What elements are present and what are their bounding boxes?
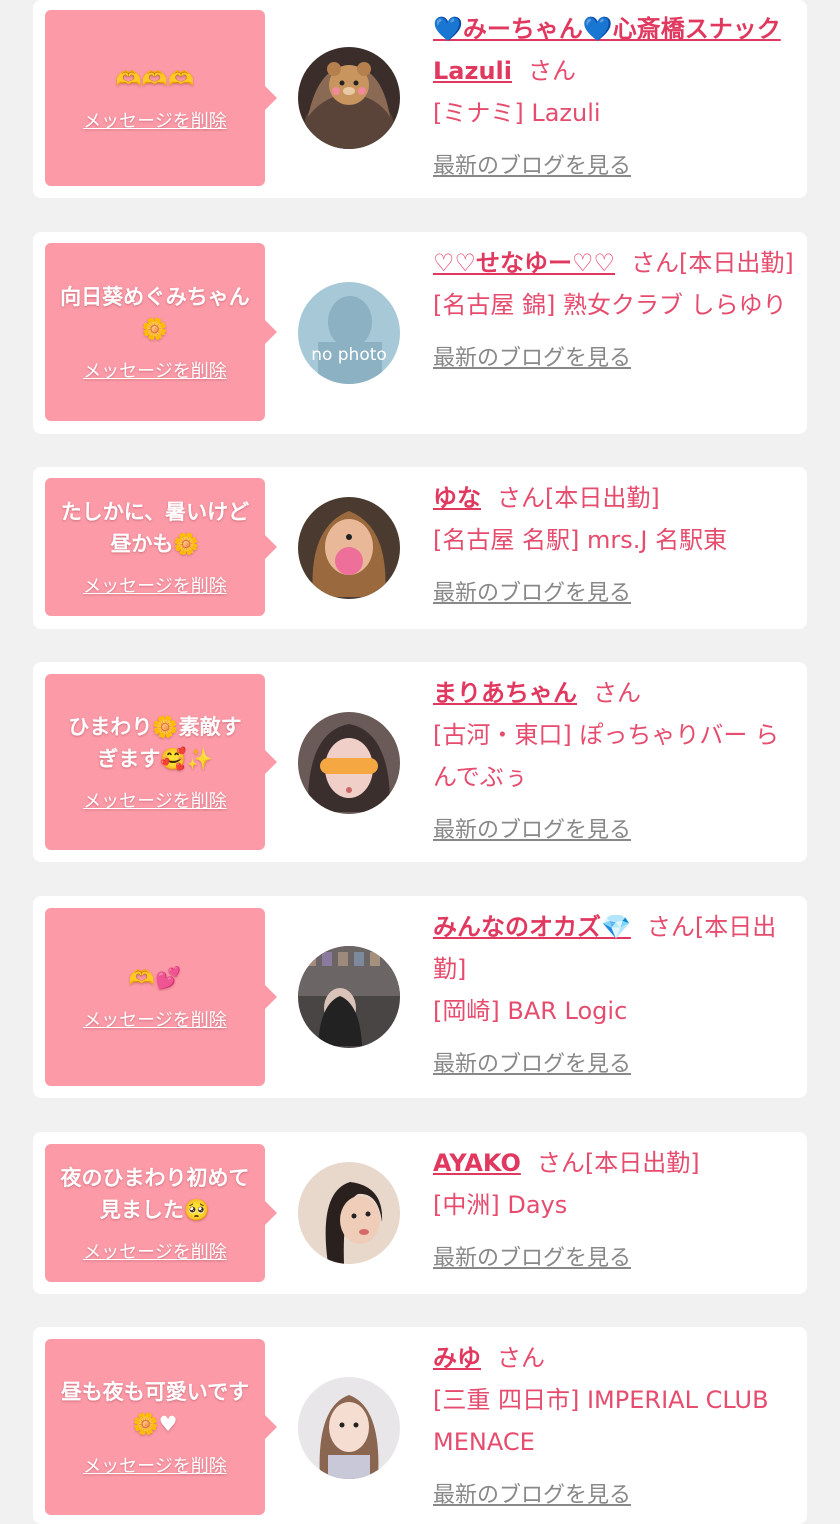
cast-name-link[interactable]: まりあちゃん — [433, 679, 577, 707]
message-card: ひまわり🌼素敵すぎます🥰✨ メッセージを削除 まりあちゃん さん [古河・東口] … — [33, 662, 807, 862]
message-bubble: 🫶💕 メッセージを削除 — [45, 908, 277, 1086]
latest-blog-link[interactable]: 最新のブログを見る — [433, 573, 631, 615]
shop-name: [名古屋 錦] 熟女クラブ しらゆり — [433, 291, 787, 319]
message-text: 夜のひまわり初めて見ました🥺 — [60, 1166, 250, 1222]
avatar[interactable] — [298, 47, 400, 149]
shop-name: [名古屋 名駅] mrs.J 名駅東 — [433, 526, 728, 554]
cast-info: まりあちゃん さん [古河・東口] ぽっちゃりバー らんでぶぅ 最新のブログを見る — [433, 672, 795, 852]
delete-message-link[interactable]: メッセージを削除 — [83, 107, 227, 133]
honorific: さん[本日出勤] — [497, 484, 660, 512]
honorific: さん — [497, 1344, 545, 1372]
message-card: 夜のひまわり初めて見ました🥺 メッセージを削除 AYAKO さん[本日出勤] [中… — [33, 1132, 807, 1294]
message-card: 向日葵めぐみちゃん🌼 メッセージを削除 no photo ♡♡せなゆー♡♡ さん[… — [33, 232, 807, 434]
message-card: 🫶🫶🫶 メッセージを削除 💙みーちゃん💙心斎橋スナックLazuli さん [ミナミ… — [33, 0, 807, 198]
cast-info: ゆな さん[本日出勤] [名古屋 名駅] mrs.J 名駅東 最新のブログを見る — [433, 477, 795, 615]
avatar[interactable]: no photo — [298, 282, 400, 384]
avatar[interactable] — [298, 712, 400, 814]
message-bubble: たしかに、暑いけど昼かも🌼 メッセージを削除 — [45, 478, 277, 616]
avatar[interactable] — [298, 946, 400, 1048]
delete-message-link[interactable]: メッセージを削除 — [83, 572, 227, 598]
cast-name-link[interactable]: みゆ — [433, 1344, 481, 1372]
message-bubble: 向日葵めぐみちゃん🌼 メッセージを削除 — [45, 243, 277, 421]
latest-blog-link[interactable]: 最新のブログを見る — [433, 810, 631, 852]
message-bubble: ひまわり🌼素敵すぎます🥰✨ メッセージを削除 — [45, 674, 277, 850]
cast-name-link[interactable]: ゆな — [433, 484, 481, 512]
cast-info: 💙みーちゃん💙心斎橋スナックLazuli さん [ミナミ] Lazuli 最新のブ… — [433, 8, 795, 188]
message-bubble: 🫶🫶🫶 メッセージを削除 — [45, 10, 277, 186]
avatar[interactable] — [298, 1377, 400, 1479]
latest-blog-link[interactable]: 最新のブログを見る — [433, 1475, 631, 1517]
delete-message-link[interactable]: メッセージを削除 — [83, 357, 227, 383]
message-text: たしかに、暑いけど昼かも🌼 — [60, 500, 250, 556]
shop-name: [岡崎] BAR Logic — [433, 997, 628, 1025]
cast-name-link[interactable]: AYAKO — [433, 1149, 521, 1177]
message-card: 昼も夜も可愛いです🌼♥ メッセージを削除 みゆ さん [三重 四日市] IMPER… — [33, 1327, 807, 1524]
honorific: さん[本日出勤] — [536, 1149, 700, 1177]
message-text: 昼も夜も可愛いです🌼♥ — [60, 1380, 250, 1436]
message-card: たしかに、暑いけど昼かも🌼 メッセージを削除 ゆな さん[本日出勤] [名古屋 名… — [33, 467, 807, 629]
cast-name-link[interactable]: 💙みーちゃん💙心斎橋スナックLazuli — [433, 15, 781, 85]
delete-message-link[interactable]: メッセージを削除 — [83, 787, 227, 813]
delete-message-link[interactable]: メッセージを削除 — [83, 1006, 227, 1032]
message-bubble: 昼も夜も可愛いです🌼♥ メッセージを削除 — [45, 1339, 277, 1515]
message-text: 🫶🫶🫶 — [115, 67, 195, 91]
message-card: 🫶💕 メッセージを削除 みんなのオカズ💎 さん[本日出勤] [岡崎] BAR Lo… — [33, 896, 807, 1098]
latest-blog-link[interactable]: 最新のブログを見る — [433, 1044, 631, 1086]
shop-name: [ミナミ] Lazuli — [433, 99, 601, 127]
honorific: さん[本日出勤] — [631, 249, 794, 277]
avatar-placeholder-text: no photo — [311, 345, 387, 365]
cast-info: みんなのオカズ💎 さん[本日出勤] [岡崎] BAR Logic 最新のブログを見… — [433, 906, 795, 1086]
shop-name: [三重 四日市] IMPERIAL CLUB MENACE — [433, 1386, 769, 1456]
cast-info: AYAKO さん[本日出勤] [中洲] Days 最新のブログを見る — [433, 1142, 795, 1280]
message-text: ひまわり🌼素敵すぎます🥰✨ — [68, 715, 242, 771]
honorific: さん — [593, 679, 641, 707]
message-text: 向日葵めぐみちゃん🌼 — [60, 285, 250, 341]
avatar[interactable] — [298, 1162, 400, 1264]
message-bubble: 夜のひまわり初めて見ました🥺 メッセージを削除 — [45, 1144, 277, 1282]
avatar[interactable] — [298, 497, 400, 599]
latest-blog-link[interactable]: 最新のブログを見る — [433, 1238, 631, 1280]
cast-info: ♡♡せなゆー♡♡ さん[本日出勤] [名古屋 錦] 熟女クラブ しらゆり 最新のブ… — [433, 242, 795, 380]
delete-message-link[interactable]: メッセージを削除 — [83, 1452, 227, 1478]
delete-message-link[interactable]: メッセージを削除 — [83, 1238, 227, 1264]
cast-name-link[interactable]: みんなのオカズ💎 — [433, 913, 631, 941]
latest-blog-link[interactable]: 最新のブログを見る — [433, 338, 631, 380]
latest-blog-link[interactable]: 最新のブログを見る — [433, 146, 631, 188]
shop-name: [古河・東口] ぽっちゃりバー らんでぶぅ — [433, 721, 779, 791]
message-text: 🫶💕 — [128, 966, 182, 990]
shop-name: [中洲] Days — [433, 1191, 568, 1219]
cast-name-link[interactable]: ♡♡せなゆー♡♡ — [433, 249, 615, 277]
honorific: さん — [528, 57, 576, 85]
cast-info: みゆ さん [三重 四日市] IMPERIAL CLUB MENACE 最新のブロ… — [433, 1337, 795, 1517]
